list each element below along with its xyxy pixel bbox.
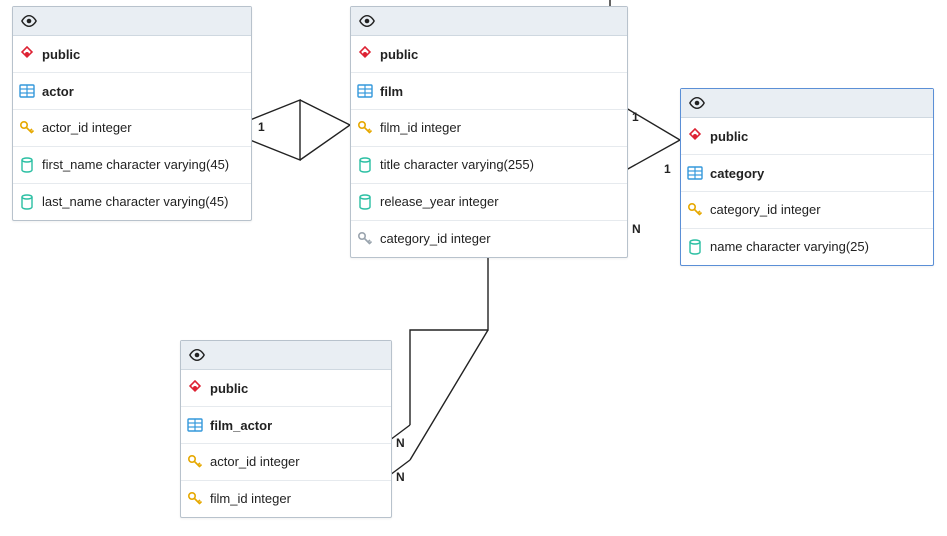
column-name: actor_id integer xyxy=(42,120,132,136)
cardinality-label: 1 xyxy=(258,120,265,134)
schema-icon xyxy=(687,128,703,144)
eye-icon xyxy=(689,95,705,111)
key-icon xyxy=(19,120,35,136)
column-icon xyxy=(357,194,373,210)
schema-row: public xyxy=(351,36,627,73)
column-row: film_id integer xyxy=(181,481,391,517)
schema-name: public xyxy=(710,129,748,144)
entity-header[interactable] xyxy=(351,7,627,36)
schema-icon xyxy=(357,46,373,62)
table-icon xyxy=(357,83,373,99)
key-icon xyxy=(687,202,703,218)
cardinality-label: N xyxy=(396,436,405,450)
key-icon xyxy=(357,120,373,136)
table-name: category xyxy=(710,166,764,181)
table-row: film xyxy=(351,73,627,110)
eye-icon xyxy=(21,13,37,29)
column-name: film_id integer xyxy=(380,120,461,136)
column-name: title character varying(255) xyxy=(380,157,534,173)
entity-category[interactable]: public category category_id integer name… xyxy=(680,88,934,266)
column-row: actor_id integer xyxy=(181,444,391,481)
schema-name: public xyxy=(380,47,418,62)
column-row: last_name character varying(45) xyxy=(13,184,251,220)
column-row: actor_id integer xyxy=(13,110,251,147)
schema-name: public xyxy=(42,47,80,62)
column-row: film_id integer xyxy=(351,110,627,147)
schema-icon xyxy=(19,46,35,62)
schema-row: public xyxy=(13,36,251,73)
table-row: category xyxy=(681,155,933,192)
fk-key-icon xyxy=(357,231,373,247)
cardinality-label: N xyxy=(396,470,405,484)
table-name: film xyxy=(380,84,403,99)
column-row: release_year integer xyxy=(351,184,627,221)
entity-actor[interactable]: public actor actor_id integer first_name… xyxy=(12,6,252,221)
schema-name: public xyxy=(210,381,248,396)
column-name: first_name character varying(45) xyxy=(42,157,229,173)
schema-row: public xyxy=(681,118,933,155)
key-icon xyxy=(187,491,203,507)
eye-icon xyxy=(189,347,205,363)
entity-header[interactable] xyxy=(181,341,391,370)
column-icon xyxy=(357,157,373,173)
schema-row: public xyxy=(181,370,391,407)
table-icon xyxy=(19,83,35,99)
table-icon xyxy=(187,417,203,433)
entity-film[interactable]: public film film_id integer title charac… xyxy=(350,6,628,258)
column-name: name character varying(25) xyxy=(710,239,869,255)
column-name: category_id integer xyxy=(710,202,821,218)
schema-icon xyxy=(187,380,203,396)
eye-icon xyxy=(359,13,375,29)
column-row: category_id integer xyxy=(681,192,933,229)
entity-header[interactable] xyxy=(13,7,251,36)
entity-header[interactable] xyxy=(681,89,933,118)
entity-film-actor[interactable]: public film_actor actor_id integer film_… xyxy=(180,340,392,518)
table-name: actor xyxy=(42,84,74,99)
column-name: actor_id integer xyxy=(210,454,300,470)
key-icon xyxy=(187,454,203,470)
table-row: film_actor xyxy=(181,407,391,444)
column-name: release_year integer xyxy=(380,194,499,210)
column-name: film_id integer xyxy=(210,491,291,507)
column-row: name character varying(25) xyxy=(681,229,933,265)
column-row: title character varying(255) xyxy=(351,147,627,184)
column-name: category_id integer xyxy=(380,231,491,247)
cardinality-label: N xyxy=(632,222,641,236)
column-row: category_id integer xyxy=(351,221,627,257)
table-icon xyxy=(687,165,703,181)
column-icon xyxy=(19,194,35,210)
column-icon xyxy=(687,239,703,255)
table-row: actor xyxy=(13,73,251,110)
column-name: last_name character varying(45) xyxy=(42,194,228,210)
column-icon xyxy=(19,157,35,173)
table-name: film_actor xyxy=(210,418,272,433)
cardinality-label: 1 xyxy=(664,162,671,176)
cardinality-label: 1 xyxy=(632,110,639,124)
column-row: first_name character varying(45) xyxy=(13,147,251,184)
